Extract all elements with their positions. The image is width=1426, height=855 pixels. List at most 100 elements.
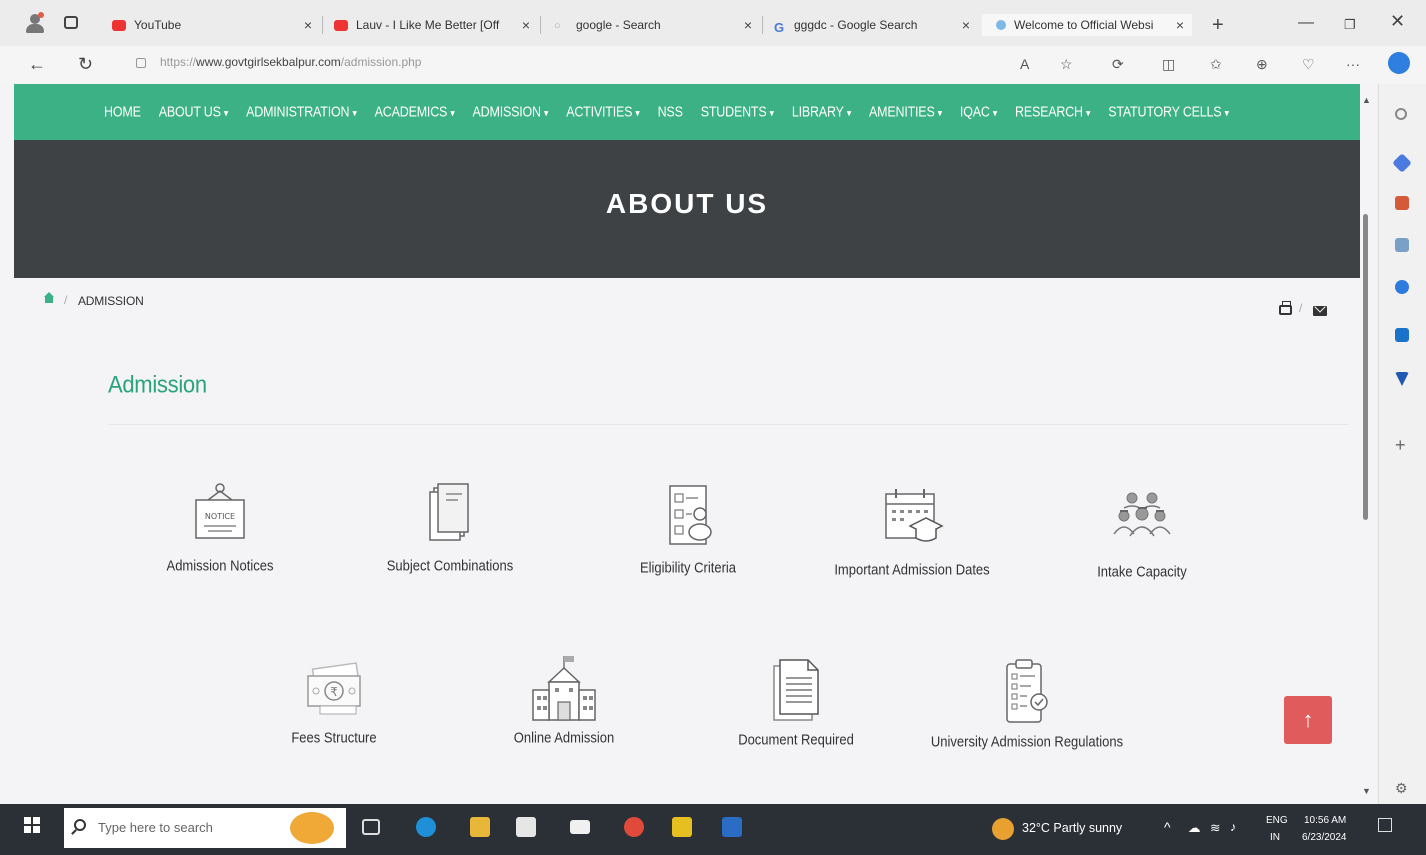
email-icon[interactable] (1313, 306, 1327, 316)
add-sidebar-app-icon[interactable]: + (1395, 436, 1409, 454)
nav-students[interactable]: STUDENTS ▾ (701, 104, 774, 120)
taskbar-search-box[interactable]: Type here to search (64, 808, 346, 848)
tile-intake-capacity[interactable]: Intake Capacity (1042, 486, 1242, 596)
clock-time[interactable]: 10:56 AM (1304, 815, 1346, 826)
designer-icon[interactable] (1395, 372, 1409, 386)
volume-icon[interactable]: ♪ (1230, 820, 1236, 834)
favorite-star-icon[interactable]: ☆ (1060, 56, 1073, 73)
breadcrumb-current: ADMISSION (78, 294, 144, 308)
url-field[interactable]: https://www.govtgirlsekbalpur.com/admiss… (160, 55, 421, 69)
onedrive-icon[interactable]: ☁ (1188, 820, 1201, 835)
outlook-icon[interactable] (1395, 328, 1409, 342)
lock-icon[interactable] (136, 58, 146, 68)
scrollbar-thumb[interactable] (1363, 214, 1368, 520)
breadcrumb-separator: / (64, 293, 68, 307)
search-icon[interactable] (1395, 108, 1407, 120)
tile-subject-combinations[interactable]: Subject Combinations (350, 478, 550, 588)
split-screen-icon[interactable]: ◫ (1162, 56, 1175, 73)
books-icon (429, 483, 469, 541)
tile-fees-structure[interactable]: ₹ Fees Structure (234, 656, 434, 766)
more-menu-icon[interactable]: ··· (1346, 56, 1360, 72)
nav-admission[interactable]: ADMISSION ▾ (473, 104, 549, 120)
nav-amenities[interactable]: AMENITIES ▾ (869, 104, 942, 120)
minimize-icon[interactable]: — (1298, 14, 1314, 32)
new-tab-icon[interactable]: + (1212, 14, 1224, 37)
tile-label: Fees Structure (291, 729, 377, 746)
tile-online-admission[interactable]: Online Admission (464, 654, 664, 764)
tile-document-required[interactable]: Document Required (696, 656, 896, 766)
tile-label: Eligibility Criteria (639, 559, 737, 576)
refresh-icon[interactable]: ↻ (78, 54, 93, 75)
nav-about-us[interactable]: ABOUT US ▾ (159, 104, 229, 120)
tab-actions-icon[interactable] (64, 16, 78, 29)
students-group-icon (1113, 492, 1171, 537)
language-primary[interactable]: ENG (1266, 815, 1288, 826)
nav-library[interactable]: LIBRARY ▾ (792, 104, 851, 120)
language-region[interactable]: IN (1270, 832, 1280, 843)
collections-icon[interactable]: ⊕ (1256, 56, 1268, 73)
weather-icon[interactable] (992, 818, 1014, 840)
page-title: Admission (108, 370, 207, 399)
nav-iqac[interactable]: IQAC ▾ (960, 104, 997, 120)
clock-date[interactable]: 6/23/2024 (1302, 832, 1347, 843)
tag-icon[interactable] (1392, 153, 1412, 173)
browser-tab-strip: YouTube × Lauv - I Like Me Better [Off ×… (0, 0, 1426, 46)
nav-research[interactable]: RESEARCH ▾ (1015, 104, 1090, 120)
mail-icon[interactable] (570, 820, 590, 834)
scroll-to-top-button[interactable]: ↑ (1284, 696, 1332, 744)
close-tab-icon[interactable]: × (1176, 17, 1184, 33)
scroll-down-arrow-icon[interactable]: ▼ (1362, 786, 1371, 796)
nav-administration[interactable]: ADMINISTRATION ▾ (246, 104, 357, 120)
games-icon[interactable] (1395, 238, 1409, 252)
scroll-up-arrow-icon[interactable]: ▲ (1362, 95, 1371, 105)
file-explorer-icon[interactable] (470, 817, 490, 837)
clipboard-check-icon (1006, 659, 1048, 723)
nav-statutory-cells[interactable]: STATUTORY CELLS ▾ (1108, 104, 1229, 120)
close-tab-icon[interactable]: × (744, 17, 752, 33)
favorites-icon[interactable]: ✩ (1210, 56, 1222, 73)
show-hidden-icons-icon[interactable]: ^ (1164, 819, 1171, 835)
tab-gggdc-search[interactable]: G gggdc - Google Search × (774, 14, 970, 36)
read-aloud-icon[interactable]: A (1020, 56, 1029, 72)
close-window-icon[interactable]: ✕ (1390, 11, 1405, 32)
task-view-icon[interactable] (362, 819, 380, 835)
performance-icon[interactable]: ♡ (1302, 56, 1315, 73)
tab-youtube[interactable]: YouTube × (112, 14, 312, 36)
tab-lauv[interactable]: Lauv - I Like Me Better [Off × (334, 14, 530, 36)
extensions-icon[interactable]: ⟳ (1112, 56, 1124, 73)
nav-academics[interactable]: ACADEMICS ▾ (375, 104, 455, 120)
chrome-browser-icon[interactable] (624, 817, 644, 837)
profile-icon[interactable] (24, 12, 46, 34)
copilot-icon[interactable] (1388, 52, 1410, 74)
tab-title: google - Search (576, 18, 661, 32)
windows-start-icon[interactable] (24, 817, 40, 833)
app-icon[interactable] (672, 817, 692, 837)
microsoft-store-icon[interactable] (516, 817, 536, 837)
network-icon[interactable]: ≋ (1210, 820, 1220, 835)
tools-briefcase-icon[interactable] (1395, 196, 1409, 210)
nav-nss[interactable]: NSS (658, 104, 683, 120)
nav-home[interactable]: HOME (104, 104, 141, 120)
settings-gear-icon[interactable]: ⚙ (1395, 780, 1409, 796)
microsoft-365-icon[interactable] (1395, 280, 1409, 294)
close-tab-icon[interactable]: × (304, 17, 312, 33)
print-icon[interactable] (1279, 301, 1292, 315)
site-icon (996, 20, 1006, 30)
close-tab-icon[interactable]: × (522, 17, 530, 33)
tile-important-admission-dates[interactable]: Important Admission Dates (812, 484, 1012, 594)
edge-browser-icon[interactable] (416, 817, 436, 837)
tile-label: Subject Combinations (386, 557, 514, 574)
word-icon[interactable] (722, 817, 742, 837)
notifications-icon[interactable] (1378, 818, 1392, 832)
weather-text[interactable]: 32°C Partly sunny (1022, 821, 1122, 835)
home-icon[interactable] (44, 292, 54, 305)
tile-eligibility-criteria[interactable]: Eligibility Criteria (588, 482, 788, 592)
tile-admission-notices[interactable]: NOTICE Admission Notices (120, 478, 320, 588)
close-tab-icon[interactable]: × (962, 17, 970, 33)
restore-icon[interactable]: ❐ (1344, 17, 1356, 33)
tab-official-website[interactable]: Welcome to Official Websi × (982, 14, 1192, 36)
nav-activities[interactable]: ACTIVITIES ▾ (566, 104, 640, 120)
back-icon[interactable]: ← (28, 54, 46, 75)
tab-google-search[interactable]: ○ google - Search × (554, 14, 752, 36)
tile-university-admission-regulations[interactable]: University Admission Regulations (927, 656, 1127, 766)
